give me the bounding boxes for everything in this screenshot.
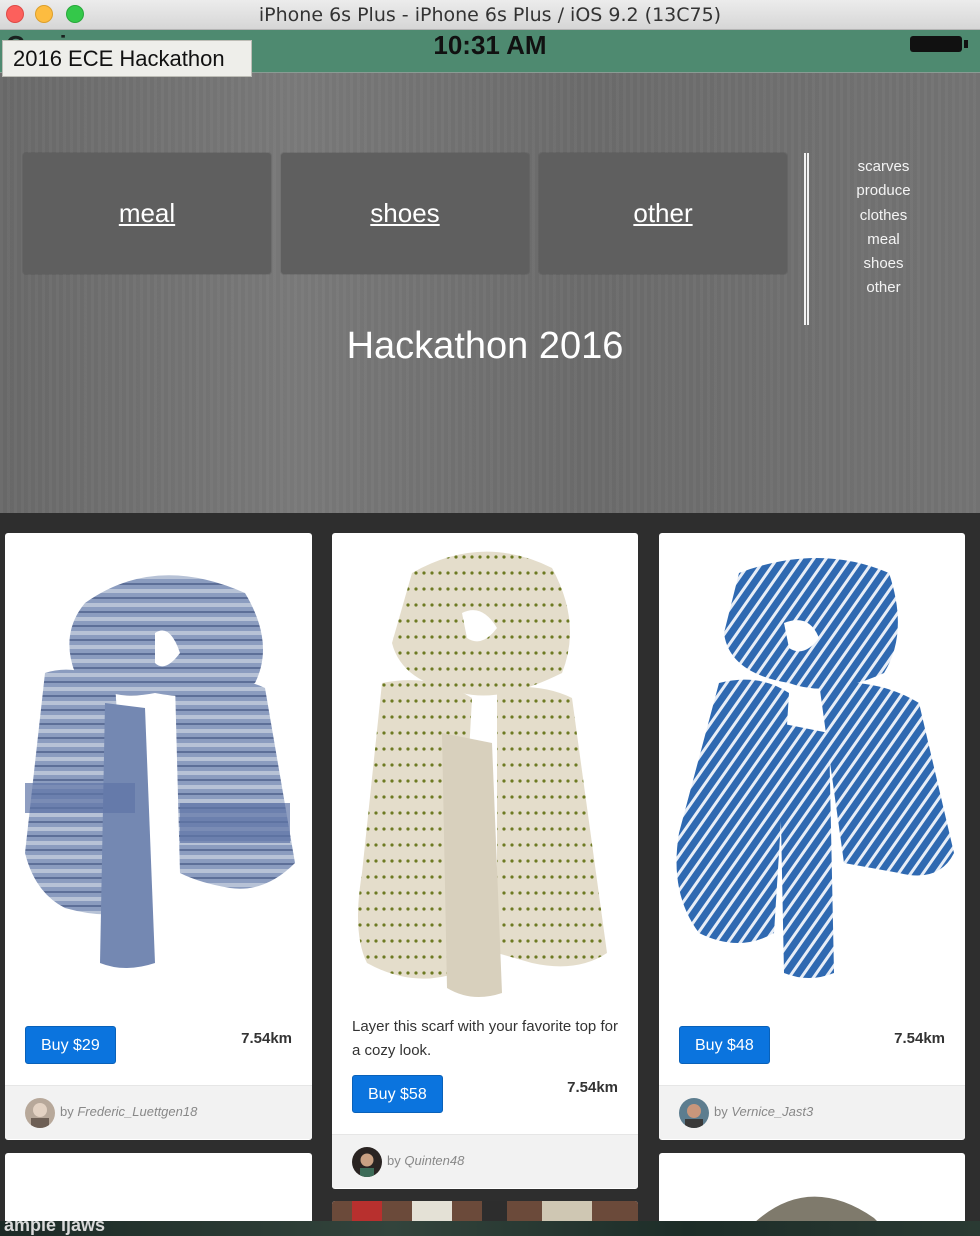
card-footer: by Frederic_Luettgen18	[5, 1085, 312, 1139]
side-menu-item[interactable]: other	[826, 276, 941, 300]
hero-title: Hackathon 2016	[346, 325, 624, 367]
side-menu-item[interactable]: meal	[826, 228, 941, 252]
product-image-blue-grey-scarf[interactable]	[5, 533, 312, 1003]
buy-button[interactable]: Buy $58	[352, 1075, 443, 1113]
hero-section: meal shoes other scarves produce clothes…	[0, 72, 980, 513]
category-link[interactable]: other	[633, 198, 692, 229]
card-footer: by Quinten48	[332, 1134, 638, 1188]
seller-avatar[interactable]	[352, 1147, 382, 1177]
product-card-partial[interactable]	[332, 1201, 638, 1221]
buy-button[interactable]: Buy $48	[679, 1026, 770, 1064]
menu-divider	[804, 153, 809, 325]
product-card[interactable]: Buy $29 7.54km by Frederic_Luettgen18	[5, 533, 312, 1140]
window-title: iPhone 6s Plus - iPhone 6s Plus / iOS 9.…	[258, 4, 722, 26]
side-menu-item[interactable]: scarves	[826, 155, 941, 179]
battery-icon	[910, 36, 962, 52]
product-image-beige-scarf[interactable]	[332, 533, 638, 1003]
side-menu-item[interactable]: shoes	[826, 252, 941, 276]
product-image-partial[interactable]	[332, 1201, 638, 1221]
byline-prefix: by	[387, 1153, 401, 1168]
byline-prefix: by	[60, 1104, 74, 1119]
seller-name[interactable]: Quinten48	[404, 1153, 464, 1168]
product-description: Layer this scarf with your favorite top …	[352, 1018, 618, 1059]
battery-tip-icon	[964, 40, 968, 48]
category-link[interactable]: meal	[119, 198, 175, 229]
buy-button[interactable]: Buy $29	[25, 1026, 116, 1064]
bottom-overlay-strip: ample ijaws	[0, 1221, 980, 1236]
category-tile-shoes[interactable]: shoes	[281, 153, 529, 274]
product-grid: Buy $29 7.54km by Frederic_Luettgen18 La…	[0, 513, 980, 1221]
category-tile-meal[interactable]: meal	[23, 153, 271, 274]
app-tooltip: 2016 ECE Hackathon	[2, 40, 252, 77]
distance-label: 7.54km	[241, 1030, 292, 1047]
distance-label: 7.54km	[567, 1079, 618, 1096]
product-image-partial[interactable]	[659, 1153, 965, 1221]
side-menu: scarves produce clothes meal shoes other	[826, 155, 941, 301]
seller-avatar[interactable]	[679, 1098, 709, 1128]
seller-byline: by Quinten48	[387, 1153, 464, 1168]
product-card[interactable]: Buy $48 7.54km by Vernice_Jast3	[659, 533, 965, 1140]
seller-byline: by Vernice_Jast3	[714, 1104, 813, 1119]
seller-avatar[interactable]	[25, 1098, 55, 1128]
product-card-partial[interactable]	[5, 1153, 312, 1221]
product-card[interactable]: Layer this scarf with your favorite top …	[332, 533, 638, 1189]
category-link[interactable]: shoes	[370, 198, 439, 229]
seller-name[interactable]: Frederic_Luettgen18	[77, 1104, 197, 1119]
seller-name[interactable]: Vernice_Jast3	[731, 1104, 813, 1119]
bottom-overlay-text: ample ijaws	[4, 1221, 106, 1235]
seller-byline: by Frederic_Luettgen18	[60, 1104, 197, 1119]
distance-label: 7.54km	[894, 1030, 945, 1047]
byline-prefix: by	[714, 1104, 728, 1119]
product-image-blue-striped-scarf[interactable]	[659, 533, 965, 1003]
category-tile-other[interactable]: other	[539, 153, 787, 274]
side-menu-item[interactable]: produce	[826, 179, 941, 203]
side-menu-item[interactable]: clothes	[826, 204, 941, 228]
card-footer: by Vernice_Jast3	[659, 1085, 965, 1139]
product-card-partial[interactable]	[659, 1153, 965, 1221]
window-titlebar: iPhone 6s Plus - iPhone 6s Plus / iOS 9.…	[0, 0, 980, 30]
